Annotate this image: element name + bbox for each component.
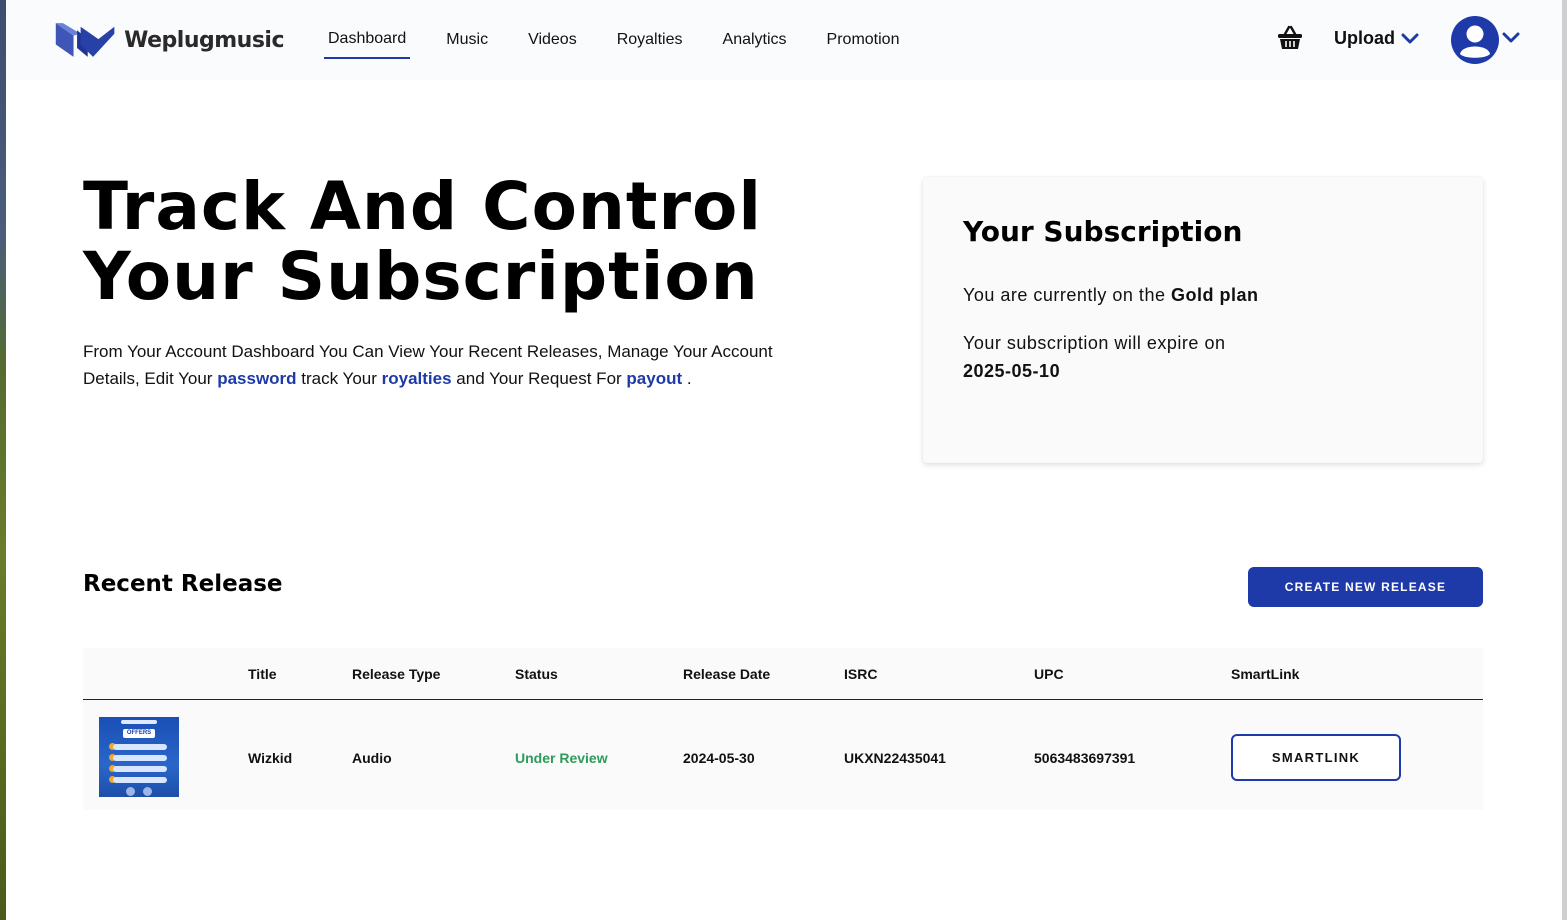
chevron-down-icon[interactable] — [1502, 32, 1520, 44]
royalties-link[interactable]: royalties — [382, 369, 452, 388]
password-link[interactable]: password — [217, 369, 296, 388]
thumb-circle-decoration — [126, 787, 135, 796]
page-description: From Your Account Dashboard You Can View… — [83, 338, 783, 392]
main-nav: Dashboard Music Videos Royalties Analyti… — [324, 0, 935, 80]
column-header-title[interactable]: Title — [248, 666, 277, 682]
description-text: track Your — [296, 369, 382, 388]
top-navbar: Weplugmusic Dashboard Music Videos Royal… — [6, 0, 1562, 80]
column-header-upc[interactable]: UPC — [1034, 666, 1064, 682]
nav-item-analytics[interactable]: Analytics — [719, 0, 791, 80]
thumb-circle-decoration — [143, 787, 152, 796]
thumb-bar-decoration — [113, 744, 167, 750]
column-header-status[interactable]: Status — [515, 666, 558, 682]
release-date: 2024-05-30 — [683, 750, 755, 766]
thumb-bar-decoration — [113, 766, 167, 772]
release-type: Audio — [352, 750, 392, 766]
create-new-release-button[interactable]: CREATE NEW RELEASE — [1248, 567, 1483, 607]
release-upc: 5063483697391 — [1034, 750, 1136, 766]
column-header-isrc[interactable]: ISRC — [844, 666, 877, 682]
logo-mark-icon — [55, 23, 115, 57]
expiry-label: Your subscription will expire on — [963, 333, 1226, 353]
release-isrc: UKXN22435041 — [844, 750, 946, 766]
expiry-text: Your subscription will expire on 2025-05… — [963, 329, 1225, 385]
expiry-date: 2025-05-10 — [963, 361, 1061, 381]
status-badge: Under Review — [515, 750, 608, 766]
page-title-line2: Your Subscription — [83, 238, 759, 315]
table-header: Title Release Type Status Release Date I… — [83, 648, 1483, 700]
release-title[interactable]: Wizkid — [248, 750, 292, 766]
basket-icon[interactable] — [1276, 24, 1304, 52]
upload-menu[interactable]: Upload — [1334, 28, 1419, 49]
plan-prefix: You are currently on the — [963, 285, 1171, 305]
brand-name: Weplugmusic — [124, 27, 284, 53]
description-text: . — [682, 369, 692, 388]
subscription-title: Your Subscription — [963, 215, 1243, 248]
plan-name: Gold plan — [1170, 285, 1259, 305]
releases-table: Title Release Type Status Release Date I… — [83, 648, 1483, 810]
thumb-bar-decoration — [113, 777, 167, 783]
column-header-smartlink[interactable]: SmartLink — [1231, 666, 1299, 682]
nav-item-videos[interactable]: Videos — [524, 0, 581, 80]
thumb-offer-label: OFFERS — [123, 729, 155, 738]
page-title-line1: Track And Control — [83, 168, 762, 245]
nav-item-promotion[interactable]: Promotion — [823, 0, 904, 80]
window-scrollbar-track[interactable] — [1562, 0, 1567, 920]
nav-item-music[interactable]: Music — [442, 0, 492, 80]
current-plan-text: You are currently on the Gold plan — [963, 285, 1258, 306]
column-header-release-date[interactable]: Release Date — [683, 666, 770, 682]
chevron-down-icon — [1401, 33, 1419, 43]
thumb-header-decoration — [121, 720, 157, 724]
release-cover-thumbnail[interactable]: OFFERS — [99, 717, 179, 797]
page-title: Track And Control Your Subscription — [83, 172, 843, 312]
dashboard-page: Weplugmusic Dashboard Music Videos Royal… — [6, 0, 1562, 920]
user-avatar-icon[interactable] — [1450, 15, 1500, 65]
description-text: and Your Request For — [451, 369, 627, 388]
nav-item-dashboard[interactable]: Dashboard — [324, 0, 411, 80]
brand-logo[interactable]: Weplugmusic — [54, 18, 284, 62]
subscription-card: Your Subscription You are currently on t… — [923, 177, 1483, 463]
column-header-release-type[interactable]: Release Type — [352, 666, 440, 682]
thumb-bar-decoration — [113, 755, 167, 761]
recent-release-title: Recent Release — [83, 571, 283, 597]
payout-link[interactable]: payout — [626, 369, 682, 388]
smartlink-button[interactable]: SMARTLINK — [1231, 734, 1401, 781]
nav-item-royalties[interactable]: Royalties — [613, 0, 687, 80]
upload-label: Upload — [1334, 28, 1395, 48]
